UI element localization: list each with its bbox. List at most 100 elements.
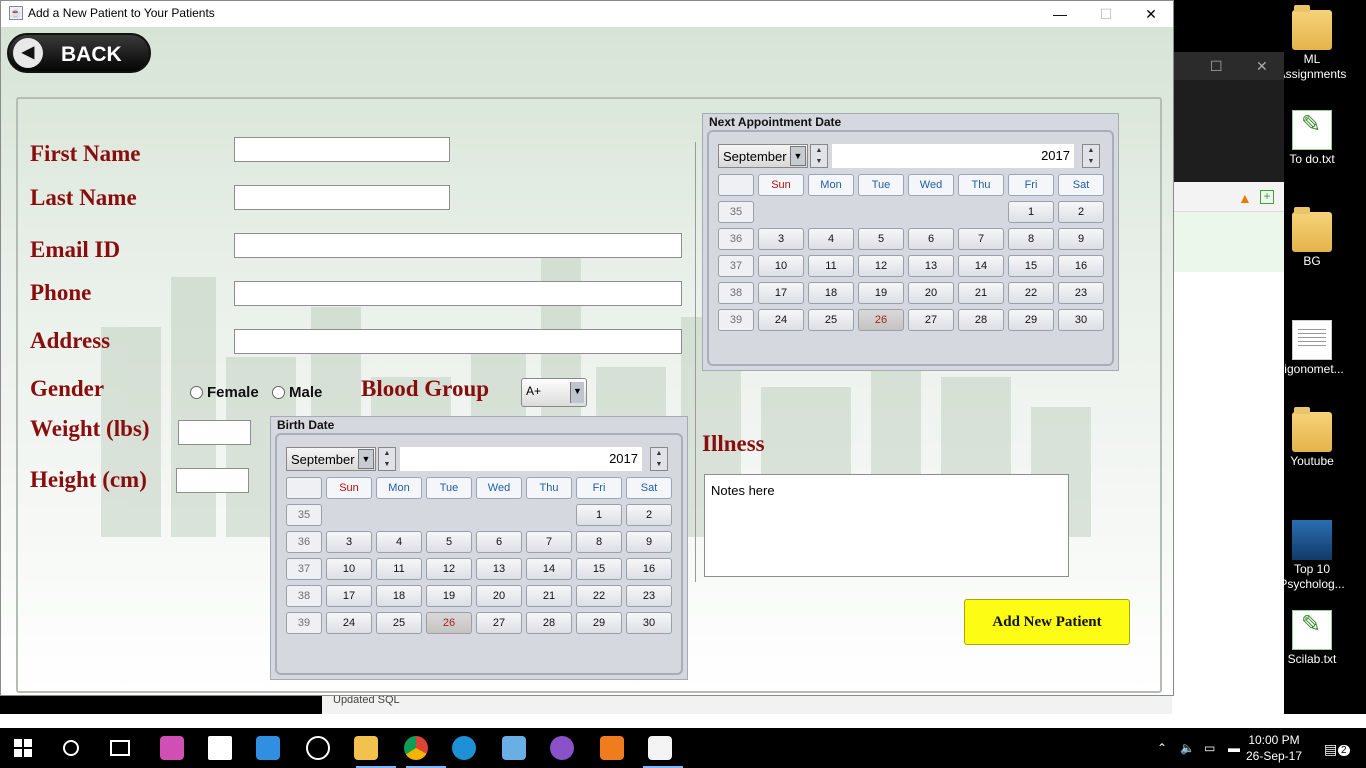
- calendar-day[interactable]: 22: [576, 585, 622, 607]
- desktop-icon-scilab[interactable]: Scilab.txt: [1276, 610, 1348, 667]
- calendar-day[interactable]: 18: [376, 585, 422, 607]
- calendar-day[interactable]: 1: [576, 504, 622, 526]
- add-new-patient-button[interactable]: Add New Patient: [964, 599, 1130, 645]
- first-name-input[interactable]: [234, 137, 450, 162]
- calendar-day[interactable]: 7: [526, 531, 572, 553]
- movie-maker-icon[interactable]: [256, 736, 280, 760]
- desktop-icon-ml-assignments[interactable]: ML Assignments: [1276, 5, 1348, 82]
- calendar-day[interactable]: 4: [376, 531, 422, 553]
- calendar-day[interactable]: 3: [758, 228, 804, 250]
- desktop-icon-top10[interactable]: Top 10 Psycholog...: [1276, 520, 1348, 592]
- calendar-day[interactable]: 21: [526, 585, 572, 607]
- calendar-day[interactable]: 25: [808, 309, 854, 331]
- intellij-icon[interactable]: [160, 736, 184, 760]
- calendar-day-selected[interactable]: 26: [426, 612, 472, 634]
- calendar-day[interactable]: 17: [758, 282, 804, 304]
- calendar-day[interactable]: 10: [326, 558, 372, 580]
- birth-year-input[interactable]: 2017: [400, 447, 642, 471]
- appointment-month-select[interactable]: September ▼: [718, 144, 808, 168]
- calendar-day[interactable]: 18: [808, 282, 854, 304]
- search-icon[interactable]: [63, 740, 79, 756]
- calendar-day[interactable]: 15: [1008, 255, 1054, 277]
- github-desktop-icon[interactable]: [550, 736, 574, 760]
- virtualbox-icon[interactable]: [502, 736, 526, 760]
- birth-year-spinner[interactable]: ▲ ▼: [650, 447, 668, 471]
- close-icon[interactable]: ✕: [1256, 58, 1268, 75]
- file-explorer-icon[interactable]: [354, 736, 378, 760]
- calendar-day[interactable]: 20: [476, 585, 522, 607]
- calendar-day[interactable]: 9: [1058, 228, 1104, 250]
- network-icon[interactable]: ▭: [1204, 741, 1215, 755]
- calendar-day[interactable]: 4: [808, 228, 854, 250]
- java-icon[interactable]: [648, 736, 672, 760]
- maximize-button[interactable]: ☐: [1083, 1, 1129, 27]
- appointment-month-spinner[interactable]: ▲ ▼: [810, 144, 828, 168]
- calendar-day[interactable]: 24: [326, 612, 372, 634]
- calendar-day[interactable]: 14: [958, 255, 1004, 277]
- desktop-icon-youtube[interactable]: Youtube: [1276, 407, 1348, 469]
- calendar-day[interactable]: 28: [526, 612, 572, 634]
- calendar-day[interactable]: 11: [808, 255, 854, 277]
- calendar-day[interactable]: 13: [476, 558, 522, 580]
- calendar-day[interactable]: 12: [858, 255, 904, 277]
- calendar-day-selected[interactable]: 26: [858, 309, 904, 331]
- calendar-day[interactable]: 23: [1058, 282, 1104, 304]
- weight-input[interactable]: [178, 420, 251, 445]
- birth-month-spinner[interactable]: ▲ ▼: [378, 447, 396, 471]
- calendar-day[interactable]: 19: [426, 585, 472, 607]
- calendar-day[interactable]: 30: [626, 612, 672, 634]
- warning-icon[interactable]: ▲: [1238, 190, 1252, 206]
- phone-input[interactable]: [234, 281, 682, 306]
- gender-female-radio[interactable]: Female: [190, 384, 259, 401]
- calendar-day[interactable]: 5: [426, 531, 472, 553]
- close-button[interactable]: ✕: [1128, 1, 1174, 27]
- calendar-day[interactable]: 16: [626, 558, 672, 580]
- background-window-titlebar[interactable]: ☐ ✕: [1172, 52, 1284, 80]
- notification-icon[interactable]: ▤: [1324, 741, 1337, 758]
- calendar-day[interactable]: 22: [1008, 282, 1054, 304]
- calendar-day[interactable]: 8: [1008, 228, 1054, 250]
- address-input[interactable]: [234, 329, 682, 354]
- calendar-day[interactable]: 27: [476, 612, 522, 634]
- volume-icon[interactable]: 🔈: [1180, 741, 1195, 755]
- illness-notes-textarea[interactable]: Notes here: [704, 474, 1069, 577]
- calendar-day[interactable]: 19: [858, 282, 904, 304]
- wifi-app-icon[interactable]: [452, 736, 476, 760]
- battery-icon[interactable]: ▬: [1228, 741, 1240, 755]
- chrome-icon[interactable]: [404, 736, 428, 760]
- chevron-up-icon[interactable]: ⌃: [1157, 741, 1167, 755]
- desktop-icon-to-do[interactable]: To do.txt: [1276, 110, 1348, 167]
- calendar-day[interactable]: 29: [1008, 309, 1054, 331]
- calendar-day[interactable]: 10: [758, 255, 804, 277]
- calendar-day[interactable]: 3: [326, 531, 372, 553]
- calendar-day[interactable]: 25: [376, 612, 422, 634]
- calendar-day[interactable]: 13: [908, 255, 954, 277]
- desktop-icon-bg[interactable]: BG: [1276, 207, 1348, 269]
- background-window[interactable]: ☐ ✕ ▲ +: [1172, 52, 1284, 714]
- windows-start-icon[interactable]: [14, 739, 32, 757]
- task-view-icon[interactable]: [110, 740, 130, 756]
- calendar-day[interactable]: 2: [1058, 201, 1104, 223]
- email-input[interactable]: [234, 233, 682, 258]
- calendar-day[interactable]: 12: [426, 558, 472, 580]
- window-titlebar[interactable]: ☕ Add a New Patient to Your Patients — ☐…: [1, 1, 1173, 27]
- maximize-icon[interactable]: ☐: [1210, 58, 1223, 75]
- blood-group-select[interactable]: A+ ▼: [521, 378, 587, 407]
- calendar-day[interactable]: 7: [958, 228, 1004, 250]
- calendar-day[interactable]: 11: [376, 558, 422, 580]
- calendar-day[interactable]: 29: [576, 612, 622, 634]
- minimize-button[interactable]: —: [1037, 1, 1083, 27]
- calendar-day[interactable]: 8: [576, 531, 622, 553]
- calendar-day[interactable]: 6: [476, 531, 522, 553]
- calendar-day[interactable]: 15: [576, 558, 622, 580]
- calendar-day[interactable]: 27: [908, 309, 954, 331]
- calendar-day[interactable]: 23: [626, 585, 672, 607]
- calendar-day[interactable]: 9: [626, 531, 672, 553]
- calendar-day[interactable]: 5: [858, 228, 904, 250]
- calendar-day[interactable]: 21: [958, 282, 1004, 304]
- store-icon[interactable]: [208, 736, 232, 760]
- calendar-day[interactable]: 24: [758, 309, 804, 331]
- back-button[interactable]: ◀ BACK: [7, 33, 151, 73]
- calendar-day[interactable]: 20: [908, 282, 954, 304]
- calendar-day[interactable]: 28: [958, 309, 1004, 331]
